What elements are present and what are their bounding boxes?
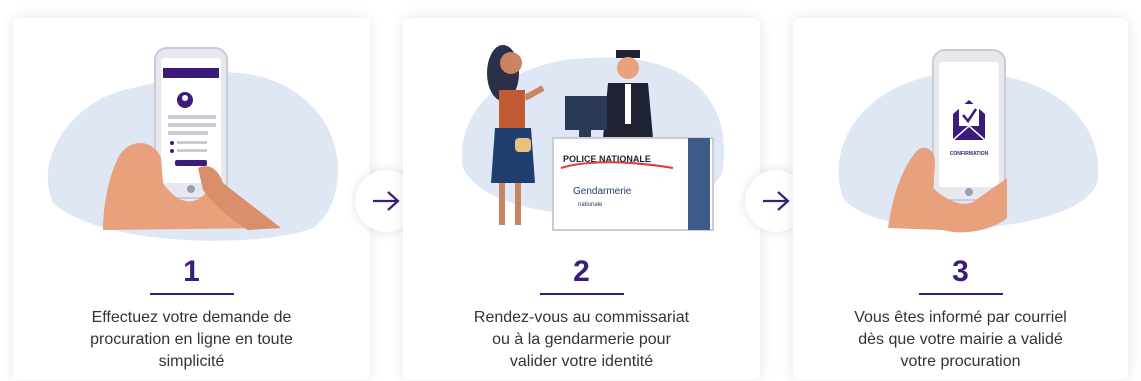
step-description-line: procuration en ligne en toute: [90, 331, 293, 348]
phone-confirmation-label: CONFIRMATION: [950, 151, 989, 157]
step-description: Rendez-vous au commissariat ou à la gend…: [403, 307, 760, 373]
step-description-line: dès que votre mairie a validé: [858, 331, 1063, 348]
step-card-1: 1 Effectuez votre demande de procuration…: [13, 18, 370, 380]
step-number: 3: [952, 255, 969, 288]
arrow-right-icon: [373, 191, 400, 211]
step-description-line: valider votre identité: [509, 353, 654, 370]
step-description-line: Effectuez votre demande de: [91, 309, 292, 326]
hand-holding-phone-form-illustration: [13, 18, 370, 243]
step-description-line: ou à la gendarmerie pour: [492, 331, 671, 348]
step-divider: [918, 293, 1003, 295]
hand-holding-phone-confirmation-illustration: CONFIRMATION: [793, 18, 1128, 243]
step-card-3: CONFIRMATION 3 Vous êtes informé par cou…: [793, 18, 1128, 380]
step-description-line: Vous êtes informé par courriel: [854, 309, 1067, 326]
step-description-line: simplicité: [158, 353, 225, 370]
step-description-line: votre procuration: [900, 353, 1021, 370]
step-description-line: Rendez-vous au commissariat: [473, 309, 690, 326]
step-description: Vous êtes informé par courriel dès que v…: [793, 307, 1128, 373]
step-number: 2: [573, 255, 590, 288]
step-card-2: POLICE NATIONALE Gendarmerie nationale 2…: [403, 18, 760, 380]
gendarmerie-sign: Gendarmerie: [573, 186, 632, 197]
step-divider: [149, 293, 234, 295]
step-divider: [539, 293, 624, 295]
gendarmerie-sub-sign: nationale: [578, 202, 603, 208]
police-desk-illustration: POLICE NATIONALE Gendarmerie nationale: [403, 18, 760, 243]
step-description: Effectuez votre demande de procuration e…: [13, 307, 370, 373]
step-number: 1: [183, 255, 200, 288]
arrow-right-icon: [763, 191, 790, 211]
